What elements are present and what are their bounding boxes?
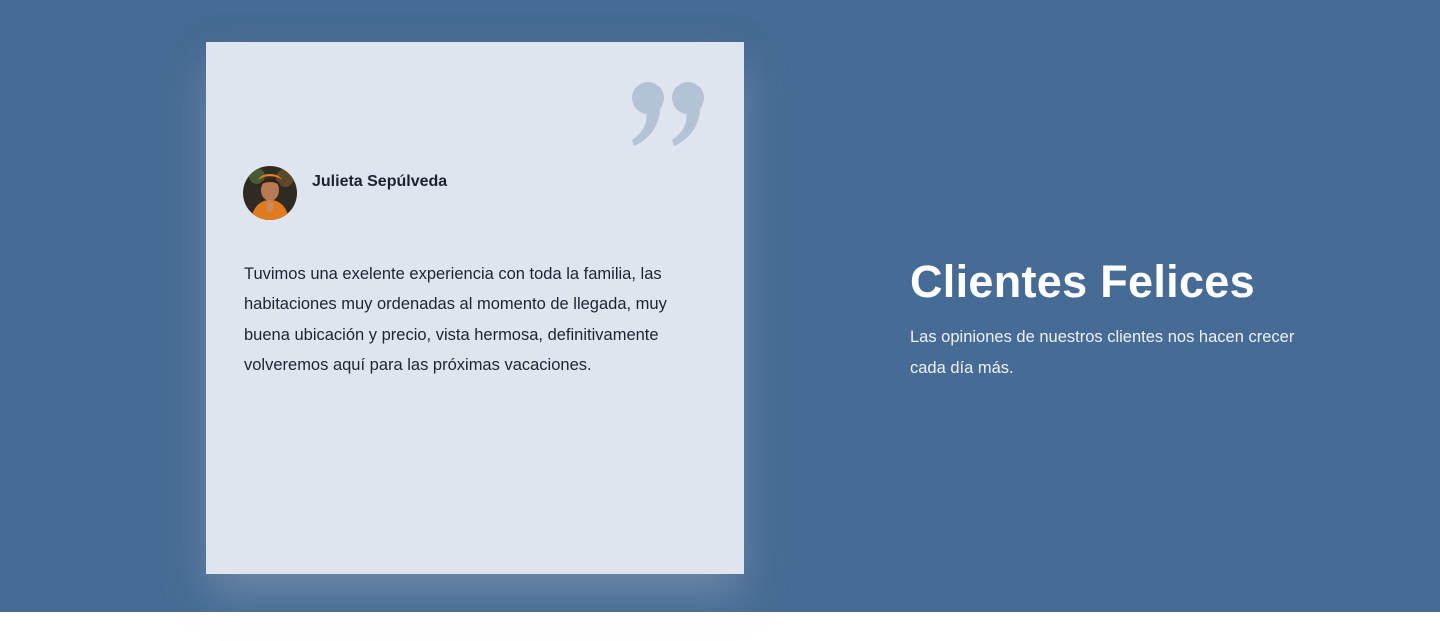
testimonial-author: Julieta Sepúlveda bbox=[243, 166, 447, 220]
testimonials-section: Julieta Sepúlveda Tuvimos una exelente e… bbox=[0, 0, 1440, 612]
quote-close-icon bbox=[630, 78, 710, 148]
avatar bbox=[243, 166, 297, 220]
section-title: Clientes Felices bbox=[910, 256, 1255, 307]
testimonial-card: Julieta Sepúlveda Tuvimos una exelente e… bbox=[206, 42, 744, 574]
section-description: Las opiniones de nuestros clientes nos h… bbox=[910, 328, 1295, 377]
testimonial-text: Tuvimos una exelente experiencia con tod… bbox=[244, 264, 667, 375]
author-name: Julieta Sepúlveda bbox=[312, 173, 448, 190]
